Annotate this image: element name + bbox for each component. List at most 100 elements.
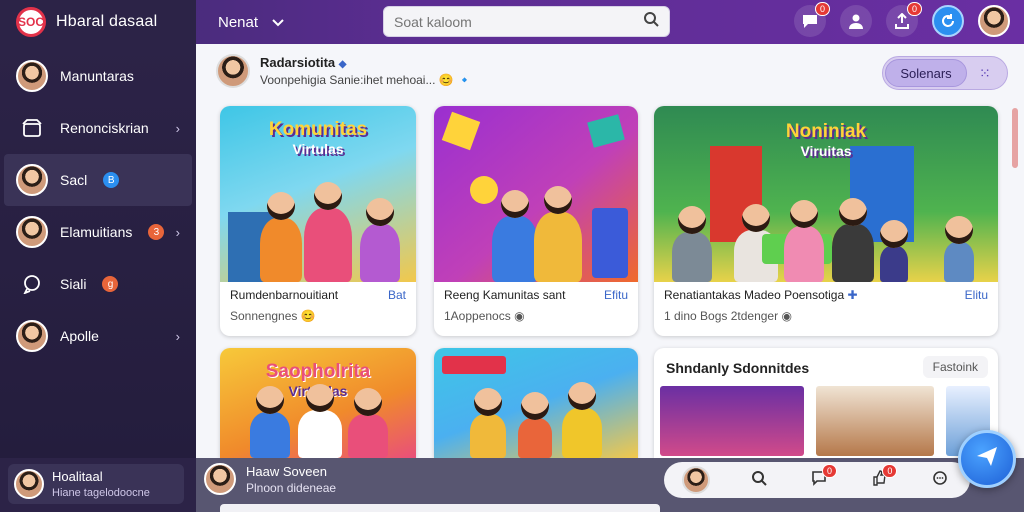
emoji-deco (470, 176, 498, 204)
post-caption: Rumdenbarnouitiant Bat Sonnengnes 😊 (220, 282, 416, 329)
post-caption: Reeng Kamunitas sant Efitu 1Aoppenocs ◉ (434, 282, 638, 329)
send-button[interactable] (958, 430, 1016, 488)
post-card[interactable]: Komunitas Virtulas Rumdenbarnouitiant Bat … (220, 106, 416, 336)
avatar (16, 60, 48, 92)
character (470, 388, 506, 458)
sidebar-item-siali[interactable]: Siali g (0, 258, 196, 310)
author-name[interactable]: Radarsiotita ◆ (260, 55, 472, 70)
messages-badge: 0 (814, 2, 830, 16)
comment-icon[interactable]: 0 (807, 463, 837, 491)
character (492, 190, 538, 282)
shape-deco (587, 114, 625, 148)
sidebar-item-apolle[interactable]: Apolle › (0, 310, 196, 362)
search-input[interactable] (394, 13, 643, 30)
app-logo: SOC (16, 7, 46, 37)
character (360, 198, 400, 282)
post-meta: 1 dino Bogs 2tdenger (664, 309, 779, 323)
character (518, 392, 552, 458)
sidebar-chip: B (103, 172, 120, 188)
banner-shape (442, 356, 506, 374)
search-icon[interactable] (747, 470, 771, 491)
post-card[interactable]: Reeng Kamunitas sant Efitu 1Aoppenocs ◉ (434, 106, 638, 336)
sidebar-chip: 3 (148, 224, 165, 240)
sub-thumbnail[interactable] (816, 386, 934, 456)
current-user[interactable]: Hoalitaal Hiane tagelodoocne (8, 464, 184, 504)
likes-badge: 0 (882, 463, 898, 478)
sidebar-item-label: Siali (60, 276, 87, 292)
post-thumbnail: SaopholritaVirtualas (220, 348, 416, 458)
thumb-title: Noniniak Viruitas (785, 121, 867, 159)
chevron-right-icon: › (175, 328, 180, 344)
nav-dropdown-label: Nenat (218, 13, 259, 31)
upload-icon[interactable]: 0 (886, 2, 922, 37)
post-title[interactable]: Reeng Kamunitas sant (444, 288, 565, 302)
grid-icon[interactable]: ⁙ (979, 65, 991, 82)
uploads-badge: 0 (906, 2, 922, 16)
character (784, 200, 824, 282)
send-icon (974, 443, 1000, 476)
post-card[interactable] (434, 348, 638, 458)
sidebar-item-manuntaras[interactable]: Manuntaras (0, 50, 196, 102)
character (562, 382, 602, 458)
top-icons: 0 0 (794, 2, 1010, 37)
post-title[interactable]: Rumdenbarnouitiant (230, 288, 338, 302)
messages-icon[interactable]: 0 (794, 2, 830, 37)
post-title[interactable]: Renatiantakas Madeo Poensotiga ✚ (664, 288, 858, 302)
avatar[interactable] (682, 466, 711, 494)
character (250, 386, 290, 458)
section-action[interactable]: Fastoink (922, 356, 988, 378)
chevron-down-icon (272, 14, 284, 31)
sidebar-item-label: Sacl (60, 172, 88, 188)
shape-deco (441, 111, 481, 151)
current-user-name: Hoalitaal (52, 469, 103, 484)
brand[interactable]: SOC Hbaral dasaal (0, 0, 196, 44)
chat-icon[interactable] (928, 470, 952, 491)
sidebar-item-sacl[interactable]: Sacl B (4, 154, 192, 206)
character (880, 220, 908, 282)
profile-icon[interactable] (840, 5, 872, 37)
sidebar-item-elamuitians[interactable]: Elamuitians 3 › (0, 206, 196, 258)
sidebar-chip: g (102, 276, 119, 292)
chat-name: Haaw Soveen (246, 463, 327, 479)
like-icon[interactable]: 0 (867, 463, 898, 491)
character (944, 216, 974, 282)
post-card[interactable]: SaopholritaVirtualas (220, 348, 416, 458)
search-bar (383, 6, 670, 37)
sidebar-item-renonciskrian[interactable]: Renonciskrian › (0, 102, 196, 154)
post-link[interactable]: Elitu (965, 288, 988, 302)
nav-dropdown[interactable]: Nenat (218, 14, 284, 31)
feed-header: Radarsiotita ◆ Voonpehigia Sanie:ihet me… (216, 54, 472, 88)
chat-sub: Plnoon dideneae (246, 480, 337, 495)
post-meta: Sonnengnes (230, 309, 298, 323)
filter-button[interactable]: Solenars (885, 59, 967, 87)
app-title: Hbaral dasaal (56, 13, 158, 30)
sub-thumbnail[interactable] (660, 386, 804, 456)
sidebar-item-label: Apolle (60, 328, 99, 344)
post-link[interactable]: Efitu (604, 288, 628, 302)
post-thumbnail (434, 348, 638, 458)
box-icon (16, 112, 48, 144)
character (348, 388, 388, 458)
post-caption: Renatiantakas Madeo Poensotiga ✚ Elitu 1 … (654, 282, 998, 329)
post-thumbnail: Noniniak Viruitas (654, 106, 998, 282)
thumb-title: Komunitas Virtulas (268, 119, 368, 157)
scrollbar[interactable] (1012, 108, 1018, 168)
main-feed: Radarsiotita ◆ Voonpehigia Sanie:ihet me… (196, 44, 1024, 458)
author-avatar[interactable] (216, 54, 250, 88)
message-input-strip[interactable] (220, 504, 660, 512)
character (304, 182, 352, 282)
user-avatar[interactable] (978, 5, 1010, 37)
chevron-right-icon: › (175, 120, 180, 136)
character (260, 192, 302, 282)
current-user-sub: Hiane tagelodoocne (52, 487, 150, 499)
character (672, 206, 712, 282)
sidebar-item-label: Manuntaras (60, 68, 134, 84)
post-link[interactable]: Bat (388, 288, 406, 302)
pin-icon: ◉ (781, 309, 792, 323)
smile-icon: 😊 (438, 73, 454, 87)
post-card[interactable]: Shndanly Sdonnitdes Fastoink (654, 348, 998, 458)
post-card[interactable]: Noniniak Viruitas Renatiantakas Madeo Poe… (654, 106, 998, 336)
chat-preview[interactable]: Haaw Soveen Plnoon dideneae (204, 462, 660, 496)
search-icon[interactable] (643, 11, 659, 32)
refresh-icon[interactable] (932, 5, 964, 37)
